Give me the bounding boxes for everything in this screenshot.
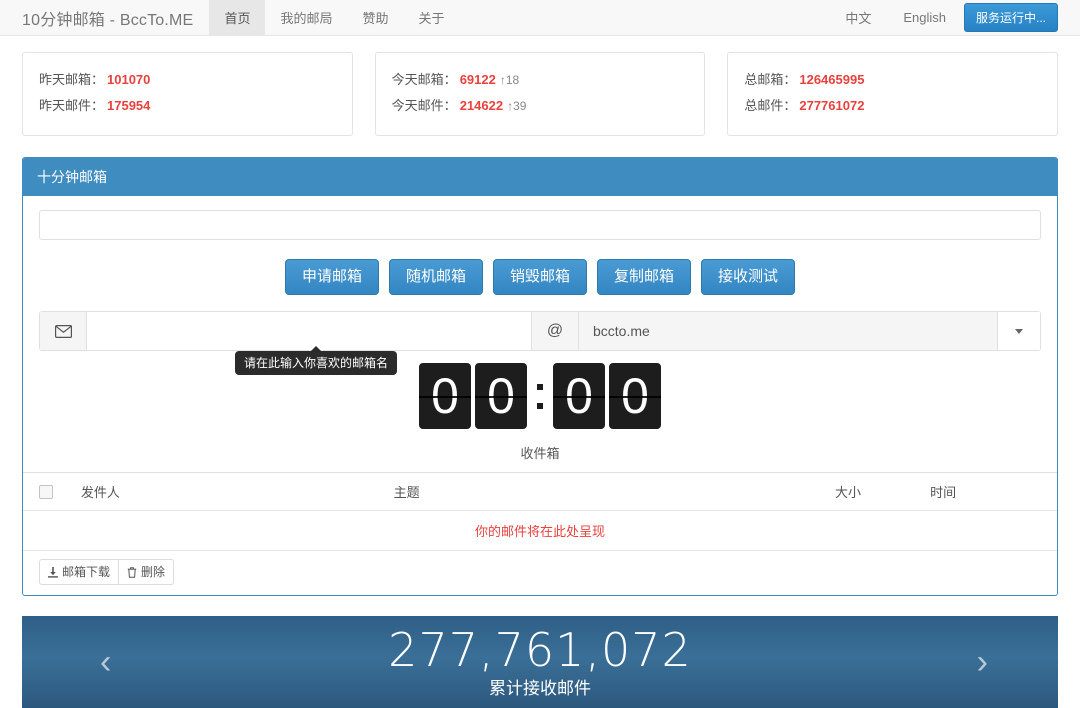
nav-item-sponsor[interactable]: 赞助 [347,0,403,35]
column-subject[interactable]: 主题 [386,473,827,511]
total-counter-banner: ‹ 277,761,072 累计接收邮件 › [22,616,1058,708]
stats-row: 昨天邮箱：101070 昨天邮件：175954 今天邮箱：69122↑18 今天… [0,36,1080,136]
clock-separator [531,363,549,429]
generated-address-input[interactable] [39,210,1041,240]
site-brand[interactable]: 10分钟邮箱 - BccTo.ME [22,0,209,35]
table-header-row: 发件人 主题 大小 时间 [23,473,1057,511]
domain-value[interactable]: bccto.me [579,312,998,350]
service-status-button[interactable]: 服务运行中... [964,3,1058,32]
stat-card-yesterday: 昨天邮箱：101070 昨天邮件：175954 [22,52,353,136]
delete-mail-button[interactable]: 删除 [119,559,174,585]
mailbox-name-tooltip: 请在此输入你喜欢的邮箱名 [235,351,397,375]
banner-total-number: 277,761,072 [388,624,692,676]
stat-line: 昨天邮件：175954 [39,93,336,119]
stat-delta: ↑18 [496,73,519,87]
mailbox-name-input[interactable] [87,312,532,350]
clock-minute-ones: 0 [475,363,527,429]
stat-delta: ↑39 [503,99,526,113]
stat-card-today: 今天邮箱：69122↑18 今天邮件：214622↑39 [375,52,706,136]
inbox-footer-toolbar: 邮箱下载 删除 [23,551,1057,595]
nav-item-home[interactable]: 首页 [209,0,265,35]
stat-value: 126465995 [796,72,864,87]
stat-line: 昨天邮箱：101070 [39,67,336,93]
mailbox-compose-group: @ bccto.me [39,311,1041,351]
carousel-prev-icon[interactable]: ‹ [100,645,111,679]
stat-value: 69122 [457,72,496,87]
stat-line: 今天邮箱：69122↑18 [392,67,689,93]
chevron-down-icon [1015,329,1023,334]
inbox-table: 发件人 主题 大小 时间 你的邮件将在此处呈现 [23,472,1057,551]
stat-line: 总邮件：277761072 [744,93,1041,119]
stat-value: 214622 [457,98,503,113]
countdown-clock: 0 0 0 0 [39,351,1041,439]
download-mail-label: 邮箱下载 [62,565,110,579]
stat-value: 175954 [104,98,150,113]
select-all-cell [23,473,73,511]
clock-second-tens: 0 [553,363,605,429]
stat-label: 今天邮箱： [392,72,457,87]
stat-label: 今天邮件： [392,98,457,113]
download-icon [48,567,58,578]
empty-state-message: 你的邮件将在此处呈现 [23,511,1057,551]
inbox-table-body: 你的邮件将在此处呈现 [23,511,1057,551]
banner-caption: 累计接收邮件 [489,678,591,700]
ten-minute-mail-panel: 十分钟邮箱 申请邮箱 随机邮箱 销毁邮箱 复制邮箱 接收测试 @ bccto.m… [22,157,1058,596]
action-button-row: 申请邮箱 随机邮箱 销毁邮箱 复制邮箱 接收测试 [39,259,1041,295]
apply-mailbox-button[interactable]: 申请邮箱 [285,259,379,295]
random-mailbox-button[interactable]: 随机邮箱 [389,259,483,295]
stat-line: 今天邮件：214622↑39 [392,93,689,119]
column-sender[interactable]: 发件人 [73,473,386,511]
download-mail-button[interactable]: 邮箱下载 [39,559,119,585]
stat-value: 277761072 [796,98,864,113]
panel-body: 申请邮箱 随机邮箱 销毁邮箱 复制邮箱 接收测试 @ bccto.me 请在此输… [23,196,1057,595]
stat-label: 总邮箱： [744,72,796,87]
delete-mail-label: 删除 [141,565,165,579]
destroy-mailbox-button[interactable]: 销毁邮箱 [493,259,587,295]
nav-links: 首页 我的邮局 赞助 关于 [209,0,459,35]
at-symbol: @ [532,312,579,350]
inbox-table-head: 发件人 主题 大小 时间 [23,473,1057,511]
stat-label: 昨天邮箱： [39,72,104,87]
copy-mailbox-button[interactable]: 复制邮箱 [597,259,691,295]
envelope-icon [40,312,87,350]
stat-card-total: 总邮箱：126465995 总邮件：277761072 [727,52,1058,136]
nav-item-my-mail[interactable]: 我的邮局 [265,0,347,35]
column-size[interactable]: 大小 [827,473,922,511]
clock-second-ones: 0 [609,363,661,429]
select-all-checkbox[interactable] [39,485,53,499]
stat-label: 总邮件： [744,98,796,113]
nav-right-group: 中文 English 服务运行中... [831,0,1080,35]
top-navbar: 10分钟邮箱 - BccTo.ME 首页 我的邮局 赞助 关于 中文 Engli… [0,0,1080,36]
stat-line: 总邮箱：126465995 [744,67,1041,93]
carousel-next-icon[interactable]: › [977,645,988,679]
nav-item-about[interactable]: 关于 [403,0,459,35]
domain-dropdown-toggle[interactable] [998,312,1040,350]
stat-label: 昨天邮件： [39,98,104,113]
empty-state-row: 你的邮件将在此处呈现 [23,511,1057,551]
column-time[interactable]: 时间 [922,473,1057,511]
lang-english[interactable]: English [889,10,960,25]
stat-value: 101070 [104,72,150,87]
receive-test-button[interactable]: 接收测试 [701,259,795,295]
panel-title: 十分钟邮箱 [23,158,1057,196]
trash-icon [127,567,137,578]
lang-chinese[interactable]: 中文 [831,8,885,27]
clock-minute-tens: 0 [419,363,471,429]
inbox-heading: 收件箱 [39,439,1041,472]
